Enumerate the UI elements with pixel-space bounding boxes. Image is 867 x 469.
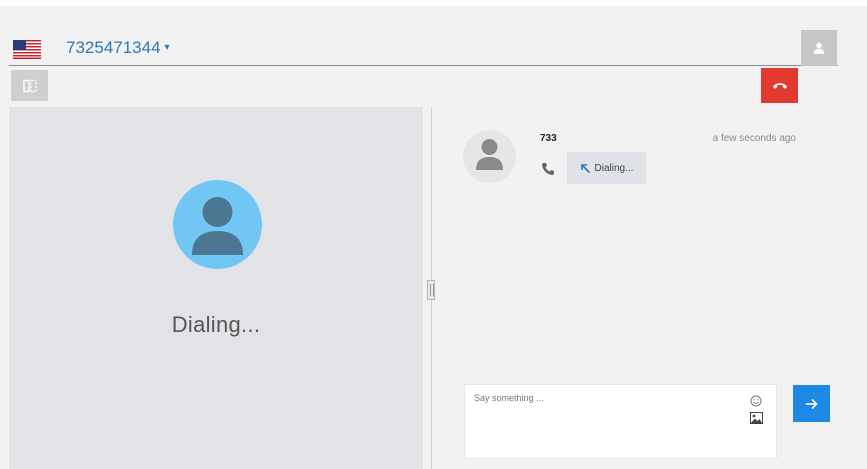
- hangup-button[interactable]: [761, 68, 798, 103]
- us-flag-icon: [13, 40, 41, 59]
- call-status-text: Dialing...: [171, 312, 261, 337]
- call-video-panel: Dialing...: [9, 107, 423, 469]
- chevron-down-icon: ▾: [164, 42, 170, 53]
- arrow-right-icon: [806, 398, 818, 409]
- call-window: 7325471344 ▾ Dialing... 733 a few second…: [0, 0, 867, 469]
- person-avatar-icon: [173, 180, 262, 269]
- message-composer: [464, 384, 777, 459]
- outgoing-arrow-icon: [580, 163, 590, 173]
- phone-number-dropdown[interactable]: 7325471344 ▾: [66, 38, 170, 60]
- header-divider: [9, 65, 838, 66]
- panel-toggle-button[interactable]: [11, 70, 48, 101]
- send-button[interactable]: [793, 385, 830, 422]
- phone-hangup-icon: [772, 83, 787, 89]
- image-icon[interactable]: [750, 412, 763, 424]
- user-button[interactable]: [801, 30, 837, 66]
- person-icon: [813, 42, 825, 54]
- message-text: Dialing...: [594, 162, 634, 174]
- phone-icon: [542, 163, 554, 175]
- top-strip: [0, 0, 867, 6]
- message-sender: 733: [540, 133, 557, 144]
- panel-toggle-icon: [22, 79, 37, 92]
- call-status-message: Dialing...: [567, 152, 646, 184]
- phone-number: 7325471344: [66, 38, 161, 57]
- contact-avatar-icon: [463, 130, 516, 183]
- message-input[interactable]: [465, 385, 735, 458]
- resize-handle[interactable]: [427, 280, 435, 300]
- message-timestamp: a few seconds ago: [712, 133, 796, 144]
- smiley-icon[interactable]: [750, 395, 762, 407]
